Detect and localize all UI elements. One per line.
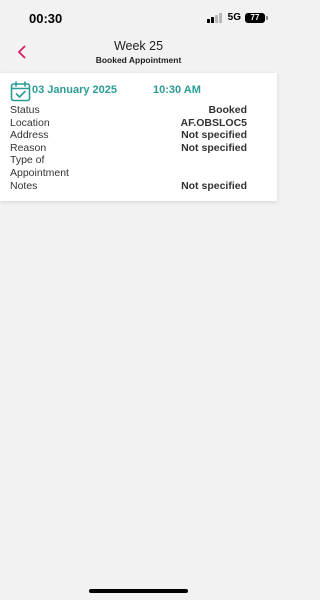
page-subtitle: Booked Appointment bbox=[95, 55, 182, 65]
status-indicators: 5G 77 bbox=[207, 12, 268, 23]
detail-label: Reason bbox=[10, 141, 47, 154]
appointment-card[interactable]: 03 January 2025 10:30 AM Status Booked L… bbox=[0, 73, 277, 201]
page-header: Week 25 Booked Appointment bbox=[0, 34, 277, 70]
appointment-date: 03 January 2025 bbox=[32, 84, 118, 96]
detail-value: Booked bbox=[208, 104, 247, 116]
home-indicator[interactable] bbox=[89, 589, 188, 593]
signal-icon bbox=[207, 12, 222, 23]
battery-icon: 77 bbox=[245, 12, 268, 23]
detail-label: Address bbox=[10, 129, 49, 141]
detail-value: Not specified bbox=[181, 129, 247, 141]
detail-label: Type of Appointment bbox=[10, 154, 69, 179]
appointment-time: 10:30 AM bbox=[153, 84, 201, 96]
detail-value: AF.OBSLOC5 bbox=[180, 116, 247, 129]
detail-label: Notes bbox=[10, 179, 38, 192]
page-title: Week 25 bbox=[113, 39, 164, 53]
battery-level: 77 bbox=[250, 12, 260, 22]
status-bar: 00:30 5G 77 bbox=[0, 0, 277, 34]
network-type: 5G bbox=[227, 12, 241, 23]
status-time: 00:30 bbox=[29, 11, 63, 26]
detail-value: Not specified bbox=[181, 141, 247, 154]
detail-label: Location bbox=[10, 116, 50, 129]
detail-value: Not specified bbox=[181, 179, 247, 192]
detail-label: Status bbox=[10, 104, 40, 116]
calendar-check-icon bbox=[10, 81, 31, 102]
